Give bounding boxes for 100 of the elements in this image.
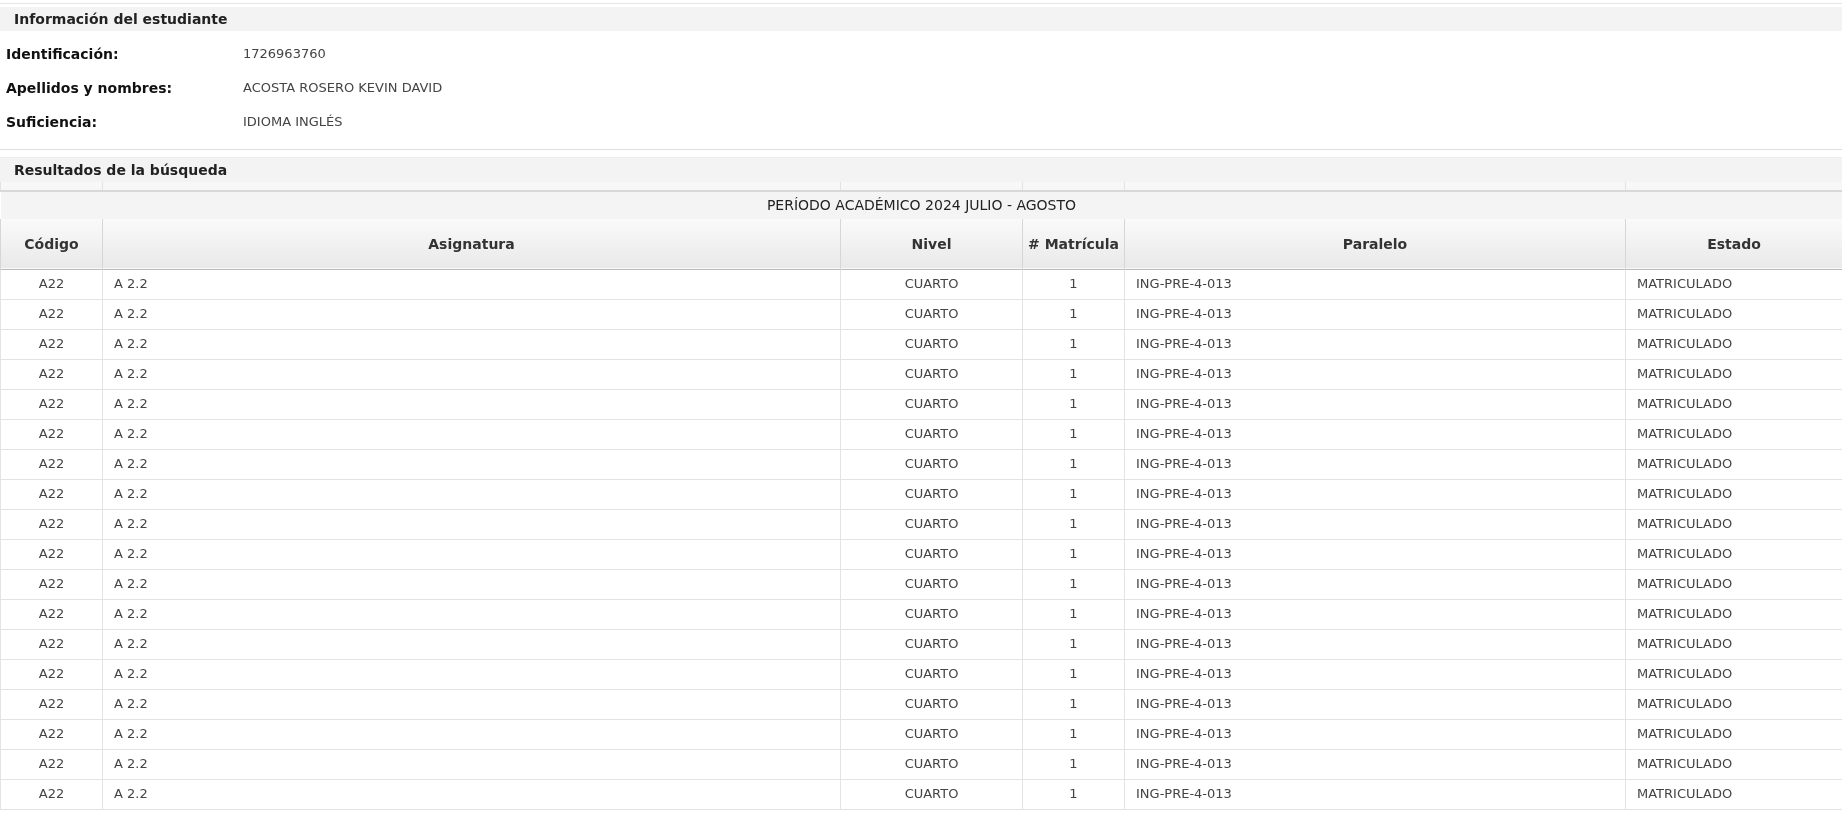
- column-header[interactable]: Código: [0, 219, 103, 269]
- table-cell: 1: [1022, 329, 1125, 359]
- table-cell: CUARTO: [840, 479, 1023, 509]
- table-cell: CUARTO: [840, 539, 1023, 569]
- table-cell: CUARTO: [840, 389, 1023, 419]
- table-cell: ING-PRE-4-013: [1124, 599, 1626, 629]
- table-cell: ING-PRE-4-013: [1124, 359, 1626, 389]
- table-cell: CUARTO: [840, 509, 1023, 539]
- table-cell: A22: [0, 599, 103, 629]
- table-cell: A22: [0, 419, 103, 449]
- table-cell: A 2.2: [102, 749, 841, 779]
- table-cell: ING-PRE-4-013: [1124, 449, 1626, 479]
- table-cell: A 2.2: [102, 329, 841, 359]
- table-cell: A22: [0, 359, 103, 389]
- table-cell: MATRICULADO: [1625, 599, 1842, 629]
- table-cell: ING-PRE-4-013: [1124, 419, 1626, 449]
- table-cell: CUARTO: [840, 419, 1023, 449]
- table-cell: ING-PRE-4-013: [1124, 269, 1626, 299]
- table-cell: CUARTO: [840, 629, 1023, 659]
- table-cell: ING-PRE-4-013: [1124, 779, 1626, 809]
- table-cell: MATRICULADO: [1625, 749, 1842, 779]
- table-cell: CUARTO: [840, 749, 1023, 779]
- table-cell: A 2.2: [102, 389, 841, 419]
- table-cell: ING-PRE-4-013: [1124, 569, 1626, 599]
- section-title: Resultados de la búsqueda: [14, 160, 228, 180]
- table-cell: A22: [0, 509, 103, 539]
- table-cell: ING-PRE-4-013: [1124, 329, 1626, 359]
- table-cell: CUARTO: [840, 689, 1023, 719]
- table-cell: CUARTO: [840, 719, 1023, 749]
- table-cell: A22: [0, 629, 103, 659]
- table-cell: 1: [1022, 689, 1125, 719]
- table-cell: MATRICULADO: [1625, 779, 1842, 809]
- table-cell: CUARTO: [840, 599, 1023, 629]
- table-cell: MATRICULADO: [1625, 359, 1842, 389]
- table-cell: A 2.2: [102, 689, 841, 719]
- table-cell: A 2.2: [102, 599, 841, 629]
- table-cell: A 2.2: [102, 359, 841, 389]
- table-cell: A22: [0, 479, 103, 509]
- table-cell: 1: [1022, 569, 1125, 599]
- table-cell: MATRICULADO: [1625, 269, 1842, 299]
- table-cell: ING-PRE-4-013: [1124, 509, 1626, 539]
- period-header: PERÍODO ACADÉMICO 2024 JULIO - AGOSTO: [0, 191, 1842, 219]
- table-cell: MATRICULADO: [1625, 539, 1842, 569]
- table-cell: A22: [0, 779, 103, 809]
- table-cell: A22: [0, 449, 103, 479]
- table-cell: MATRICULADO: [1625, 329, 1842, 359]
- column-header[interactable]: Paralelo: [1124, 219, 1626, 269]
- table-cell: A22: [0, 299, 103, 329]
- table-cell: MATRICULADO: [1625, 569, 1842, 599]
- table-cell: CUARTO: [840, 569, 1023, 599]
- table-cell: A22: [0, 329, 103, 359]
- table-cell: 1: [1022, 599, 1125, 629]
- column-header[interactable]: Asignatura: [102, 219, 841, 269]
- table-cell: CUARTO: [840, 269, 1023, 299]
- table-cell: ING-PRE-4-013: [1124, 389, 1626, 419]
- table-cell: CUARTO: [840, 449, 1023, 479]
- table-cell: 1: [1022, 539, 1125, 569]
- table-cell: ING-PRE-4-013: [1124, 299, 1626, 329]
- table-cell: A22: [0, 689, 103, 719]
- table-cell: ING-PRE-4-013: [1124, 689, 1626, 719]
- table-cell: A 2.2: [102, 509, 841, 539]
- table-cell: ING-PRE-4-013: [1124, 749, 1626, 779]
- table-cell: A 2.2: [102, 629, 841, 659]
- table-cell: MATRICULADO: [1625, 419, 1842, 449]
- section-title: Información del estudiante: [14, 9, 228, 29]
- column-header[interactable]: # Matrícula: [1022, 219, 1125, 269]
- table-cell: MATRICULADO: [1625, 719, 1842, 749]
- table-cell: ING-PRE-4-013: [1124, 479, 1626, 509]
- table-cell: 1: [1022, 359, 1125, 389]
- table-cell: 1: [1022, 269, 1125, 299]
- table-cell: 1: [1022, 299, 1125, 329]
- field-label: Identificación:: [6, 44, 120, 64]
- table-cell: A 2.2: [102, 419, 841, 449]
- field-label: Apellidos y nombres:: [6, 78, 174, 98]
- table-cell: 1: [1022, 389, 1125, 419]
- table-cell: 1: [1022, 779, 1125, 809]
- table-cell: A 2.2: [102, 779, 841, 809]
- table-cell: 1: [1022, 479, 1125, 509]
- table-cell: MATRICULADO: [1625, 659, 1842, 689]
- table-cell: A 2.2: [102, 269, 841, 299]
- table-cell: MATRICULADO: [1625, 509, 1842, 539]
- column-header[interactable]: Nivel: [840, 219, 1023, 269]
- table-cell: A22: [0, 749, 103, 779]
- table-cell: A22: [0, 389, 103, 419]
- table-cell: MATRICULADO: [1625, 449, 1842, 479]
- table-cell: MATRICULADO: [1625, 629, 1842, 659]
- table-cell: 1: [1022, 449, 1125, 479]
- table-cell: 1: [1022, 509, 1125, 539]
- table-cell: A22: [0, 269, 103, 299]
- table-cell: MATRICULADO: [1625, 689, 1842, 719]
- field-value: ACOSTA ROSERO KEVIN DAVID: [243, 79, 443, 98]
- table-cell: ING-PRE-4-013: [1124, 539, 1626, 569]
- table-cell: CUARTO: [840, 329, 1023, 359]
- table-cell: A 2.2: [102, 719, 841, 749]
- table-cell: CUARTO: [840, 359, 1023, 389]
- column-header[interactable]: Estado: [1625, 219, 1842, 269]
- table-cell: 1: [1022, 629, 1125, 659]
- table-cell: A 2.2: [102, 659, 841, 689]
- table-cell: MATRICULADO: [1625, 389, 1842, 419]
- table-cell: MATRICULADO: [1625, 299, 1842, 329]
